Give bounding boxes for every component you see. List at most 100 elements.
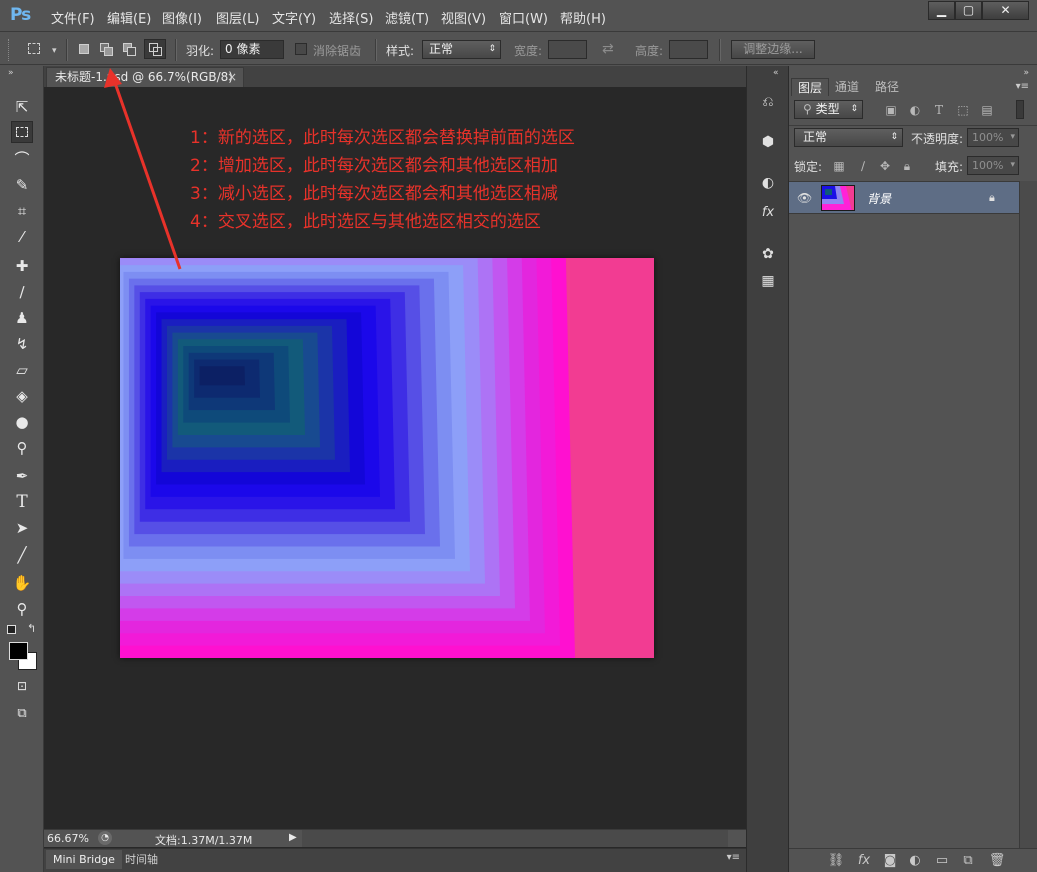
style-select[interactable]: 正常 ⇕ <box>422 40 501 59</box>
hand-tool-icon[interactable]: ✋ <box>11 572 33 594</box>
lock-transparent-icon[interactable]: ▦ <box>831 158 847 174</box>
collapse-toolbar-icon[interactable]: » <box>8 68 14 78</box>
fill-input[interactable]: 100% ▾ <box>967 156 1019 175</box>
layers-scrollbar[interactable] <box>1019 181 1037 848</box>
lock-all-icon[interactable]: 🔒︎ <box>899 158 915 174</box>
opacity-input[interactable]: 100% ▾ <box>967 128 1019 147</box>
adjustments-panel-icon[interactable]: ◐ <box>757 173 779 193</box>
refine-edge-button[interactable]: 调整边缘... <box>731 40 815 59</box>
fx-icon[interactable]: fx <box>855 852 873 870</box>
filter-toggle[interactable] <box>1016 100 1024 119</box>
pen-tool-icon[interactable]: ✒ <box>11 465 33 487</box>
new-layer-icon[interactable]: ⧉ <box>959 852 977 870</box>
eraser-tool-icon[interactable]: ▱ <box>11 359 33 381</box>
document-info[interactable]: 文档:1.37M/1.37M <box>155 832 252 848</box>
history-brush-tool-icon[interactable]: ↯ <box>11 333 33 355</box>
adjustment-filter-icon[interactable]: ◐ <box>907 102 923 118</box>
add-mask-icon[interactable]: ◙ <box>881 852 899 870</box>
collapse-panel-icon[interactable]: » <box>1023 68 1029 78</box>
menu-type[interactable]: 文字(Y) <box>272 8 316 27</box>
eyedropper-tool-icon[interactable]: ⁄ <box>11 226 33 248</box>
dodge-tool-icon[interactable]: ⚲ <box>11 437 33 459</box>
options-grip[interactable] <box>8 39 11 61</box>
panel-menu-icon[interactable]: ▾≡ <box>727 852 740 863</box>
menu-select[interactable]: 选择(S) <box>329 8 373 27</box>
chevron-down-icon[interactable]: ▾ <box>1010 129 1015 146</box>
horizontal-scrollbar[interactable] <box>302 830 728 847</box>
swap-icon[interactable]: ⇄ <box>602 41 614 57</box>
menu-filter[interactable]: 滤镜(T) <box>385 8 429 27</box>
menu-image[interactable]: 图像(I) <box>162 8 202 27</box>
close-window-button[interactable]: ✕ <box>982 1 1029 20</box>
brush-tool-icon[interactable]: ∕ <box>11 281 33 303</box>
zoom-tool-icon[interactable]: ⚲ <box>11 598 33 620</box>
menu-layer[interactable]: 图层(L) <box>216 8 259 27</box>
swatches-panel-icon[interactable]: ✿ <box>757 244 779 264</box>
maximize-button[interactable]: ▢ <box>955 1 982 20</box>
feather-input[interactable]: 0 像素 <box>220 40 284 59</box>
layer-row-background[interactable]: 👁︎ 背景 🔒︎ <box>789 181 1019 214</box>
quick-mask-icon[interactable]: ⊡ <box>11 675 33 697</box>
intersect-selection-icon[interactable] <box>144 39 166 59</box>
lock-pixels-icon[interactable]: ∕ <box>855 158 871 174</box>
shape-filter-icon[interactable]: ⬚ <box>955 102 971 118</box>
subtract-from-selection-icon[interactable] <box>121 41 139 57</box>
quick-selection-tool-icon[interactable]: ✎ <box>11 174 33 196</box>
crop-tool-icon[interactable]: ⌗ <box>11 200 33 222</box>
tab-paths[interactable]: 路径 <box>869 78 905 96</box>
status-menu-arrow-icon[interactable]: ▶ <box>289 832 297 843</box>
move-tool-icon[interactable]: ⇱ <box>11 96 33 118</box>
clone-stamp-tool-icon[interactable]: ♟ <box>11 307 33 329</box>
lock-position-icon[interactable]: ✥ <box>877 158 893 174</box>
lasso-tool-icon[interactable]: ⌒ <box>11 148 33 170</box>
new-adjustment-icon[interactable]: ◐ <box>906 852 924 870</box>
styles-panel-icon[interactable]: fx <box>757 203 779 223</box>
pixel-filter-icon[interactable]: ▣ <box>883 102 899 118</box>
swap-colors-icon[interactable]: ↰ <box>27 622 36 635</box>
link-layers-icon[interactable]: ⛓︎ <box>827 852 845 870</box>
minimize-button[interactable]: ▁ <box>928 1 955 20</box>
new-selection-icon[interactable] <box>76 41 94 57</box>
expand-dock-icon[interactable]: « <box>773 68 779 78</box>
chevron-down-icon[interactable]: ▾ <box>52 46 57 56</box>
rect-marquee-tool-icon[interactable] <box>11 121 33 143</box>
path-selection-tool-icon[interactable]: ➤ <box>11 517 33 539</box>
type-tool-icon[interactable]: T <box>11 491 33 513</box>
marquee-preset-icon[interactable] <box>26 41 44 57</box>
menu-file[interactable]: 文件(F) <box>51 8 95 27</box>
3d-panel-icon[interactable]: ⬢ <box>757 132 779 152</box>
healing-brush-tool-icon[interactable]: ✚ <box>11 255 33 277</box>
tab-channels[interactable]: 通道 <box>829 78 865 96</box>
smart-object-filter-icon[interactable]: ▤ <box>979 102 995 118</box>
width-input[interactable] <box>548 40 587 59</box>
delete-layer-icon[interactable]: 🗑︎ <box>988 852 1006 870</box>
menu-edit[interactable]: 编辑(E) <box>107 8 151 27</box>
tab-layers[interactable]: 图层 <box>791 78 830 96</box>
history-panel-icon[interactable]: ⎌ <box>757 92 779 112</box>
antialias-checkbox[interactable] <box>295 43 307 55</box>
blend-mode-select[interactable]: 正常 ⇕ <box>794 128 903 147</box>
tab-mini-bridge[interactable]: Mini Bridge <box>46 850 122 869</box>
tab-timeline[interactable]: 时间轴 <box>118 850 165 869</box>
type-filter-icon[interactable]: T <box>931 102 947 118</box>
paint-bucket-tool-icon[interactable]: ◈ <box>11 385 33 407</box>
blur-tool-icon[interactable]: ● <box>11 411 33 433</box>
grid-panel-icon[interactable]: ▦ <box>757 271 779 291</box>
line-tool-icon[interactable]: ╱ <box>11 544 33 566</box>
share-icon[interactable]: ◔ <box>98 831 112 845</box>
add-to-selection-icon[interactable] <box>98 41 116 57</box>
height-input[interactable] <box>669 40 708 59</box>
style-select-value: 正常 <box>429 42 454 56</box>
eye-visibility-icon[interactable]: 👁︎ <box>797 191 812 205</box>
new-group-icon[interactable]: ▭ <box>933 852 951 870</box>
menu-help[interactable]: 帮助(H) <box>560 8 606 27</box>
menu-view[interactable]: 视图(V) <box>441 8 486 27</box>
screen-mode-icon[interactable]: ⧉ <box>11 703 33 725</box>
foreground-color-swatch[interactable] <box>9 642 28 660</box>
chevron-down-icon[interactable]: ▾ <box>1010 157 1015 174</box>
menu-window[interactable]: 窗口(W) <box>499 8 548 27</box>
zoom-level[interactable]: 66.67% <box>47 832 89 845</box>
layers-panel-menu-icon[interactable]: ▾≡ <box>1016 81 1029 92</box>
filter-kind-select[interactable]: ⚲ 类型 ⇕ <box>794 100 863 119</box>
default-colors-icon[interactable] <box>7 625 16 634</box>
